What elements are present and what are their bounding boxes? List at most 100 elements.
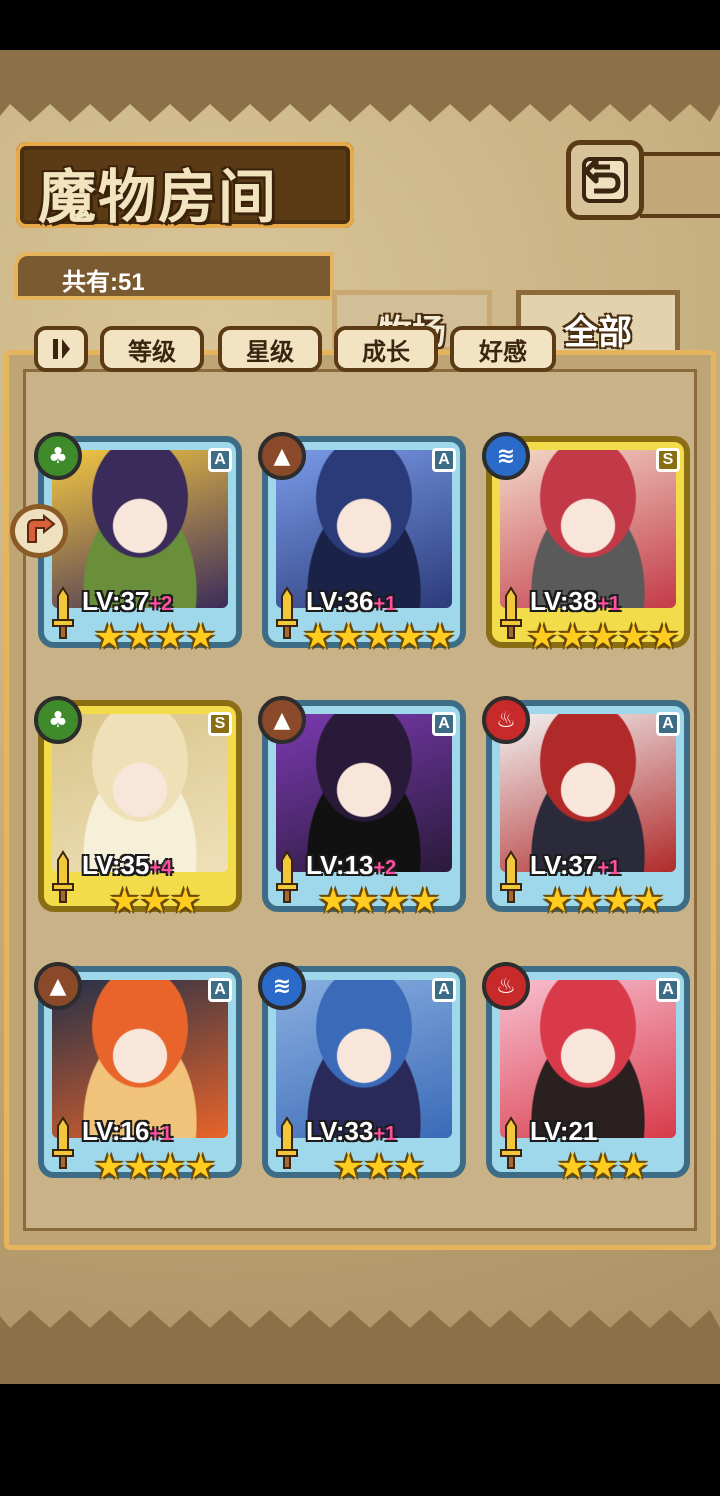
sword-icon bbox=[52, 850, 74, 903]
decorative-top-border bbox=[0, 50, 720, 100]
star-icon: ★ bbox=[185, 617, 216, 657]
fire-element-icon: ♨ bbox=[482, 962, 530, 1010]
star-icon: ★ bbox=[363, 1147, 395, 1187]
star-icon: ★ bbox=[603, 881, 634, 921]
level-text: LV:13 bbox=[306, 850, 374, 880]
monster-level: LV:36+1 bbox=[306, 586, 396, 617]
monster-level: LV:13+2 bbox=[306, 850, 396, 881]
monster-portrait bbox=[500, 980, 676, 1138]
filter-star-button[interactable]: 星级 bbox=[218, 326, 322, 372]
monster-portrait bbox=[500, 714, 676, 872]
monster-level: LV:37+2 bbox=[82, 586, 172, 617]
star-icon: ★ bbox=[587, 1147, 619, 1187]
rank-badge: A bbox=[432, 712, 456, 736]
rank-badge: A bbox=[208, 448, 232, 472]
star-icon: ★ bbox=[618, 1147, 649, 1187]
rank-badge: S bbox=[208, 712, 232, 736]
star-rating: ★ ★ ★ bbox=[78, 884, 232, 918]
mountain-element-icon: ▲ bbox=[258, 432, 306, 480]
monster-count: 共有:51 bbox=[62, 269, 145, 296]
rank-badge: A bbox=[656, 978, 680, 1002]
monster-card[interactable]: ▲ A LV:36+1 ★ ★ ★ ★ ★ bbox=[258, 432, 466, 654]
monster-card[interactable]: ▲ A LV:16+1 ★ ★ ★ ★ bbox=[34, 962, 242, 1184]
level-bonus: +1 bbox=[373, 1123, 397, 1145]
rank-badge: A bbox=[656, 712, 680, 736]
water-element-icon: ≋ bbox=[482, 432, 530, 480]
mountain-element-icon: ▲ bbox=[258, 696, 306, 744]
star-icon: ★ bbox=[557, 1147, 588, 1187]
monster-portrait bbox=[276, 714, 452, 872]
monster-card[interactable]: ▲ A LV:13+2 ★ ★ ★ ★ bbox=[258, 696, 466, 918]
leaf-element-icon: ♣ bbox=[34, 696, 82, 744]
star-icon: ★ bbox=[155, 617, 186, 657]
star-icon: ★ bbox=[394, 1147, 425, 1187]
level-bonus: +1 bbox=[149, 1123, 173, 1145]
level-bonus: +2 bbox=[373, 857, 397, 879]
star-icon: ★ bbox=[572, 881, 603, 921]
star-icon: ★ bbox=[542, 881, 573, 921]
star-icon: ★ bbox=[124, 1147, 155, 1187]
page-title-plate: 魔物房间 bbox=[16, 142, 354, 231]
monster-card[interactable]: ♣ A LV:37+2 ★ ★ ★ ★ bbox=[34, 432, 242, 654]
star-icon: ★ bbox=[424, 617, 456, 657]
monster-card[interactable]: ≋ S LV:38+1 ★ ★ ★ ★ ★ bbox=[482, 432, 690, 654]
star-rating: ★ ★ ★ ★ bbox=[78, 1150, 232, 1184]
filter-affinity-button[interactable]: 好感 bbox=[450, 326, 556, 372]
monster-portrait bbox=[52, 714, 228, 872]
monster-card[interactable]: ♨ A LV:21 ★ ★ ★ bbox=[482, 962, 690, 1184]
sort-order-button[interactable] bbox=[34, 326, 88, 372]
level-text: LV:35 bbox=[82, 850, 150, 880]
back-button-rail bbox=[640, 152, 720, 218]
pause-sort-icon bbox=[53, 339, 70, 359]
monster-card[interactable]: ♨ A LV:37+1 ★ ★ ★ ★ bbox=[482, 696, 690, 918]
back-button[interactable] bbox=[566, 140, 644, 220]
monster-card[interactable]: ≋ A LV:33+1 ★ ★ ★ bbox=[258, 962, 466, 1184]
zigzag-top bbox=[0, 98, 720, 122]
monster-count-bar: 共有:51 bbox=[14, 252, 334, 300]
mountain-element-icon: ▲ bbox=[34, 962, 82, 1010]
monster-level: LV:16+1 bbox=[82, 1116, 172, 1147]
star-icon: ★ bbox=[348, 881, 379, 921]
sword-icon bbox=[276, 850, 298, 903]
monster-portrait bbox=[276, 450, 452, 608]
sword-icon bbox=[500, 850, 522, 903]
filter-growth-button[interactable]: 成长 bbox=[334, 326, 438, 372]
rank-badge: A bbox=[432, 978, 456, 1002]
monster-portrait bbox=[52, 980, 228, 1138]
level-text: LV:21 bbox=[530, 1116, 598, 1146]
sword-icon bbox=[500, 1116, 522, 1169]
filter-level-button[interactable]: 等级 bbox=[100, 326, 204, 372]
star-rating: ★ ★ ★ bbox=[302, 1150, 456, 1184]
zigzag-bottom bbox=[0, 1310, 720, 1334]
star-icon: ★ bbox=[155, 1147, 186, 1187]
level-bonus: +2 bbox=[149, 593, 173, 615]
star-rating: ★ ★ ★ ★ bbox=[78, 620, 232, 654]
monster-level: LV:37+1 bbox=[530, 850, 620, 881]
level-text: LV:37 bbox=[530, 850, 598, 880]
star-icon: ★ bbox=[333, 1147, 364, 1187]
rank-badge: S bbox=[656, 448, 680, 472]
locate-button[interactable] bbox=[10, 504, 68, 558]
star-rating: ★ ★ ★ ★ ★ bbox=[526, 620, 680, 654]
rank-badge: A bbox=[208, 978, 232, 1002]
level-bonus: +4 bbox=[149, 857, 173, 879]
monster-card[interactable]: ♣ S LV:35+4 ★ ★ ★ bbox=[34, 696, 242, 918]
leaf-element-icon: ♣ bbox=[34, 432, 82, 480]
monster-portrait bbox=[276, 980, 452, 1138]
star-icon: ★ bbox=[526, 617, 558, 657]
level-text: LV:16 bbox=[82, 1116, 150, 1146]
monster-portrait bbox=[52, 450, 228, 608]
star-icon: ★ bbox=[648, 617, 680, 657]
star-icon: ★ bbox=[302, 617, 334, 657]
star-rating: ★ ★ ★ ★ bbox=[526, 884, 680, 918]
navigation-bar bbox=[0, 1384, 720, 1496]
level-text: LV:36 bbox=[306, 586, 374, 616]
star-rating: ★ ★ ★ bbox=[526, 1150, 680, 1184]
level-bonus: +1 bbox=[597, 857, 621, 879]
marker-icon bbox=[27, 514, 56, 543]
fire-element-icon: ♨ bbox=[482, 696, 530, 744]
decorative-bottom-border bbox=[0, 1330, 720, 1384]
star-icon: ★ bbox=[318, 881, 349, 921]
star-rating: ★ ★ ★ ★ ★ bbox=[302, 620, 456, 654]
sword-icon bbox=[52, 1116, 74, 1169]
